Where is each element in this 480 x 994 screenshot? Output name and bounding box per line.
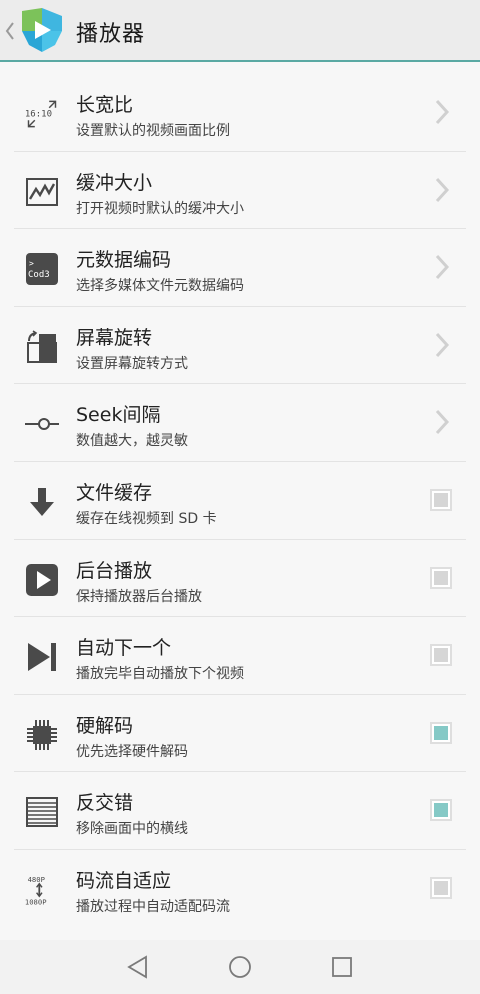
player-logo-icon [19,7,65,53]
setting-subtitle: 打开视频时默认的缓冲大小 [76,200,244,217]
setting-title: 后台播放 [76,559,153,582]
system-nav-bar [0,940,480,994]
file-cache-checkbox[interactable] [430,488,452,511]
background-play-checkbox[interactable] [430,566,452,589]
setting-deinterlace[interactable]: 反交错 移除画面中的横线 [14,772,466,850]
setting-aspect-ratio[interactable]: 16:10 长宽比 设置默认的视频画面比例 [14,74,466,152]
hardware-decoding-checkbox[interactable] [430,721,452,744]
back-chevron-icon[interactable] [5,20,15,42]
svg-text:1080P: 1080P [25,897,47,906]
setting-subtitle: 数值越大，越灵敏 [76,433,188,450]
chart-icon [24,174,60,210]
download-icon [24,484,60,520]
page-title: 播放器 [76,22,146,47]
chevron-right-icon [435,255,450,280]
seek-slider-icon [24,406,60,442]
setting-subtitle: 移除画面中的横线 [76,821,188,838]
setting-title: 屏幕旋转 [76,326,153,349]
chevron-right-icon [435,332,450,357]
settings-list: 16:10 长宽比 设置默认的视频画面比例 缓冲大小 打开视频时默认的缓冲大小 … [14,74,466,928]
svg-text:>: > [29,259,34,268]
setting-subtitle: 播放完毕自动播放下个视频 [76,666,244,683]
setting-subtitle: 播放过程中自动适配码流 [76,898,230,915]
setting-hardware-decoding[interactable]: 硬解码 优先选择硬件解码 [14,695,466,773]
setting-auto-next[interactable]: 自动下一个 播放完毕自动播放下个视频 [14,617,466,695]
setting-subtitle: 优先选择硬件解码 [76,743,188,760]
rotate-screen-icon [24,329,60,365]
nav-back-icon[interactable] [126,955,150,979]
svg-text:16:10: 16:10 [25,110,52,120]
setting-subtitle: 保持播放器后台播放 [76,588,202,605]
svg-text:Cod3: Cod3 [28,270,50,280]
adaptive-bitrate-icon: 480P 1080P [24,872,60,908]
setting-title: 自动下一个 [76,637,172,660]
setting-screen-rotation[interactable]: 屏幕旋转 设置屏幕旋转方式 [14,307,466,385]
nav-home-icon[interactable] [228,955,252,979]
setting-subtitle: 设置默认的视频画面比例 [76,123,230,139]
chevron-right-icon [435,99,450,125]
setting-title: 反交错 [76,792,134,815]
code-icon: > Cod3 [24,251,60,287]
setting-adaptive-bitrate[interactable]: 480P 1080P 码流自适应 播放过程中自动适配码流 [14,850,466,928]
setting-title: 文件缓存 [76,481,153,504]
chip-icon [24,717,60,753]
setting-title: 元数据编码 [76,249,172,272]
deinterlace-checkbox[interactable] [430,799,452,822]
setting-subtitle: 选择多媒体文件元数据编码 [76,278,244,295]
app-bar: 播放器 [0,0,480,62]
aspect-ratio-icon: 16:10 [24,96,60,132]
setting-buffer-size[interactable]: 缓冲大小 打开视频时默认的缓冲大小 [14,152,466,230]
adaptive-bitrate-checkbox[interactable] [430,876,452,899]
setting-subtitle: 设置屏幕旋转方式 [76,355,188,372]
setting-metadata-encoding[interactable]: > Cod3 元数据编码 选择多媒体文件元数据编码 [14,229,466,307]
deinterlace-icon [24,794,60,830]
setting-seek-interval[interactable]: Seek间隔 数值越大，越灵敏 [14,384,466,462]
svg-text:480P: 480P [28,875,45,884]
nav-recents-icon[interactable] [330,955,354,979]
chevron-right-icon [435,410,450,435]
setting-title: 码流自适应 [76,869,172,892]
skip-next-icon [24,639,60,675]
setting-file-cache[interactable]: 文件缓存 缓存在线视频到 SD 卡 [14,462,466,540]
auto-next-checkbox[interactable] [430,644,452,667]
setting-title: Seek间隔 [76,404,161,427]
setting-title: 长宽比 [76,94,134,116]
setting-title: 缓冲大小 [76,171,153,194]
chevron-right-icon [435,177,450,202]
setting-background-play[interactable]: 后台播放 保持播放器后台播放 [14,540,466,618]
play-icon [24,562,60,598]
setting-title: 硬解码 [76,714,134,737]
setting-subtitle: 缓存在线视频到 SD 卡 [76,510,217,527]
